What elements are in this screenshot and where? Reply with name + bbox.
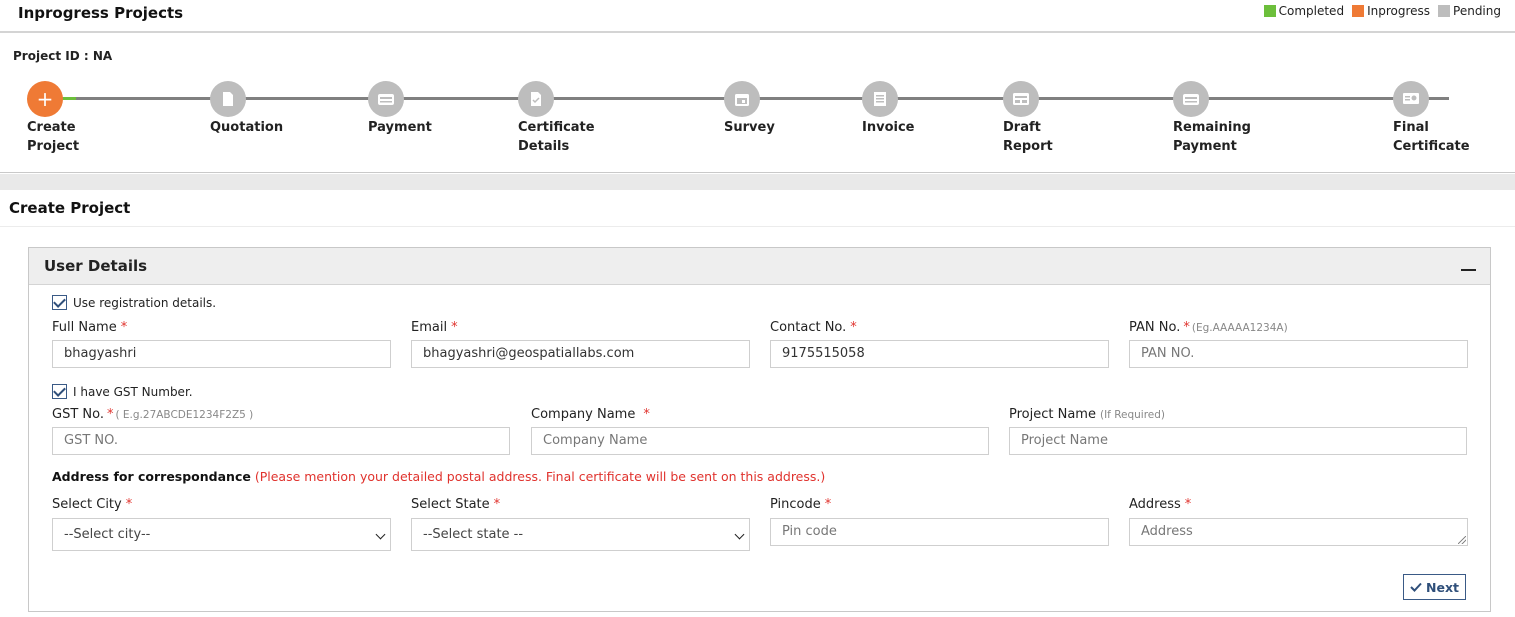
gst-checkbox-row[interactable]: I have GST Number. xyxy=(52,384,193,399)
gst-checkbox[interactable] xyxy=(52,384,67,399)
step-invoice[interactable]: Invoice xyxy=(862,81,914,135)
project-name-input[interactable]: Project Name xyxy=(1009,427,1467,455)
address-label: Address * xyxy=(1129,497,1192,512)
address-note: Address for correspondance (Please menti… xyxy=(52,469,826,484)
legend-swatch-completed xyxy=(1263,5,1276,17)
city-label: Select City * xyxy=(52,497,133,512)
project-id: Project ID : NA xyxy=(13,49,113,63)
plus-icon: + xyxy=(27,81,63,117)
contact-label: Contact No. * xyxy=(770,320,857,335)
step-draft-report[interactable]: Draft Report xyxy=(1003,81,1053,154)
card-header: User Details xyxy=(29,248,1490,285)
step-payment[interactable]: Payment xyxy=(368,81,432,135)
city-select[interactable]: --Select city-- xyxy=(52,518,391,551)
file-check-icon xyxy=(518,81,554,117)
step-remaining-payment[interactable]: Remaining Payment xyxy=(1173,81,1251,154)
step-quotation[interactable]: Quotation xyxy=(210,81,283,135)
status-legend: Completed Inprogress Pending xyxy=(1260,4,1501,18)
step-survey[interactable]: Survey xyxy=(724,81,775,135)
pincode-label: Pincode * xyxy=(770,497,832,512)
project-progress-panel: Project ID : NA + Create Project Quotati… xyxy=(0,35,1515,173)
next-button[interactable]: Next xyxy=(1403,574,1466,600)
pan-input[interactable]: PAN NO. xyxy=(1129,340,1468,368)
resize-grip-icon[interactable] xyxy=(1458,536,1466,544)
invoice-icon xyxy=(862,81,898,117)
chevron-down-icon xyxy=(734,529,745,540)
state-select[interactable]: --Select state -- xyxy=(411,518,750,551)
company-name-input[interactable]: Company Name xyxy=(531,427,989,455)
wallet-icon xyxy=(368,81,404,117)
gst-input[interactable]: GST NO. xyxy=(52,427,510,455)
legend-pending: Pending xyxy=(1438,4,1501,18)
check-icon xyxy=(1410,582,1422,592)
email-label: Email * xyxy=(411,320,458,335)
use-registration-checkbox-row[interactable]: Use registration details. xyxy=(52,295,216,310)
gst-checkbox-label: I have GST Number. xyxy=(73,384,193,399)
legend-swatch-inprogress xyxy=(1352,5,1365,17)
top-bar: Inprogress Projects Completed Inprogress… xyxy=(0,0,1515,33)
project-name-label: Project Name (If Required) xyxy=(1009,407,1166,422)
legend-completed: Completed xyxy=(1263,4,1344,18)
section-title: Create Project xyxy=(9,199,131,217)
legend-inprogress: Inprogress xyxy=(1352,4,1430,18)
pincode-input[interactable]: Pin code xyxy=(770,518,1109,546)
full-name-input[interactable]: bhagyashri xyxy=(52,340,391,368)
chevron-down-icon xyxy=(375,529,386,540)
use-registration-checkbox[interactable] xyxy=(52,295,67,310)
gst-label: GST No. *( E.g.27ABCDE1234F2Z5 ) xyxy=(52,407,254,422)
user-details-card: User Details Use registration details. F… xyxy=(28,247,1491,612)
use-registration-label: Use registration details. xyxy=(73,295,217,310)
full-name-label: Full Name * xyxy=(52,320,128,335)
step-certificate-details[interactable]: Certificate Details xyxy=(518,81,595,154)
company-label: Company Name * xyxy=(531,407,650,422)
contact-input[interactable]: 9175515058 xyxy=(770,340,1109,368)
page-title: Inprogress Projects xyxy=(18,4,184,22)
calendar-icon xyxy=(724,81,760,117)
step-final-certificate[interactable]: Final Certificate xyxy=(1393,81,1470,154)
state-label: Select State * xyxy=(411,497,501,512)
card-title: User Details xyxy=(44,257,148,275)
wallet-icon xyxy=(1173,81,1209,117)
certificate-icon xyxy=(1393,81,1429,117)
legend-swatch-pending xyxy=(1438,5,1451,17)
email-input[interactable]: bhagyashri@geospatiallabs.com xyxy=(411,340,750,368)
address-textarea[interactable]: Address xyxy=(1129,518,1468,546)
divider xyxy=(0,226,1515,227)
step-create-project[interactable]: + Create Project xyxy=(27,81,79,154)
pan-label: PAN No. * (Eg.AAAAA1234A) xyxy=(1129,320,1288,335)
report-icon xyxy=(1003,81,1039,117)
section-separator xyxy=(0,174,1515,190)
document-icon xyxy=(210,81,246,117)
collapse-icon[interactable] xyxy=(1461,269,1476,271)
